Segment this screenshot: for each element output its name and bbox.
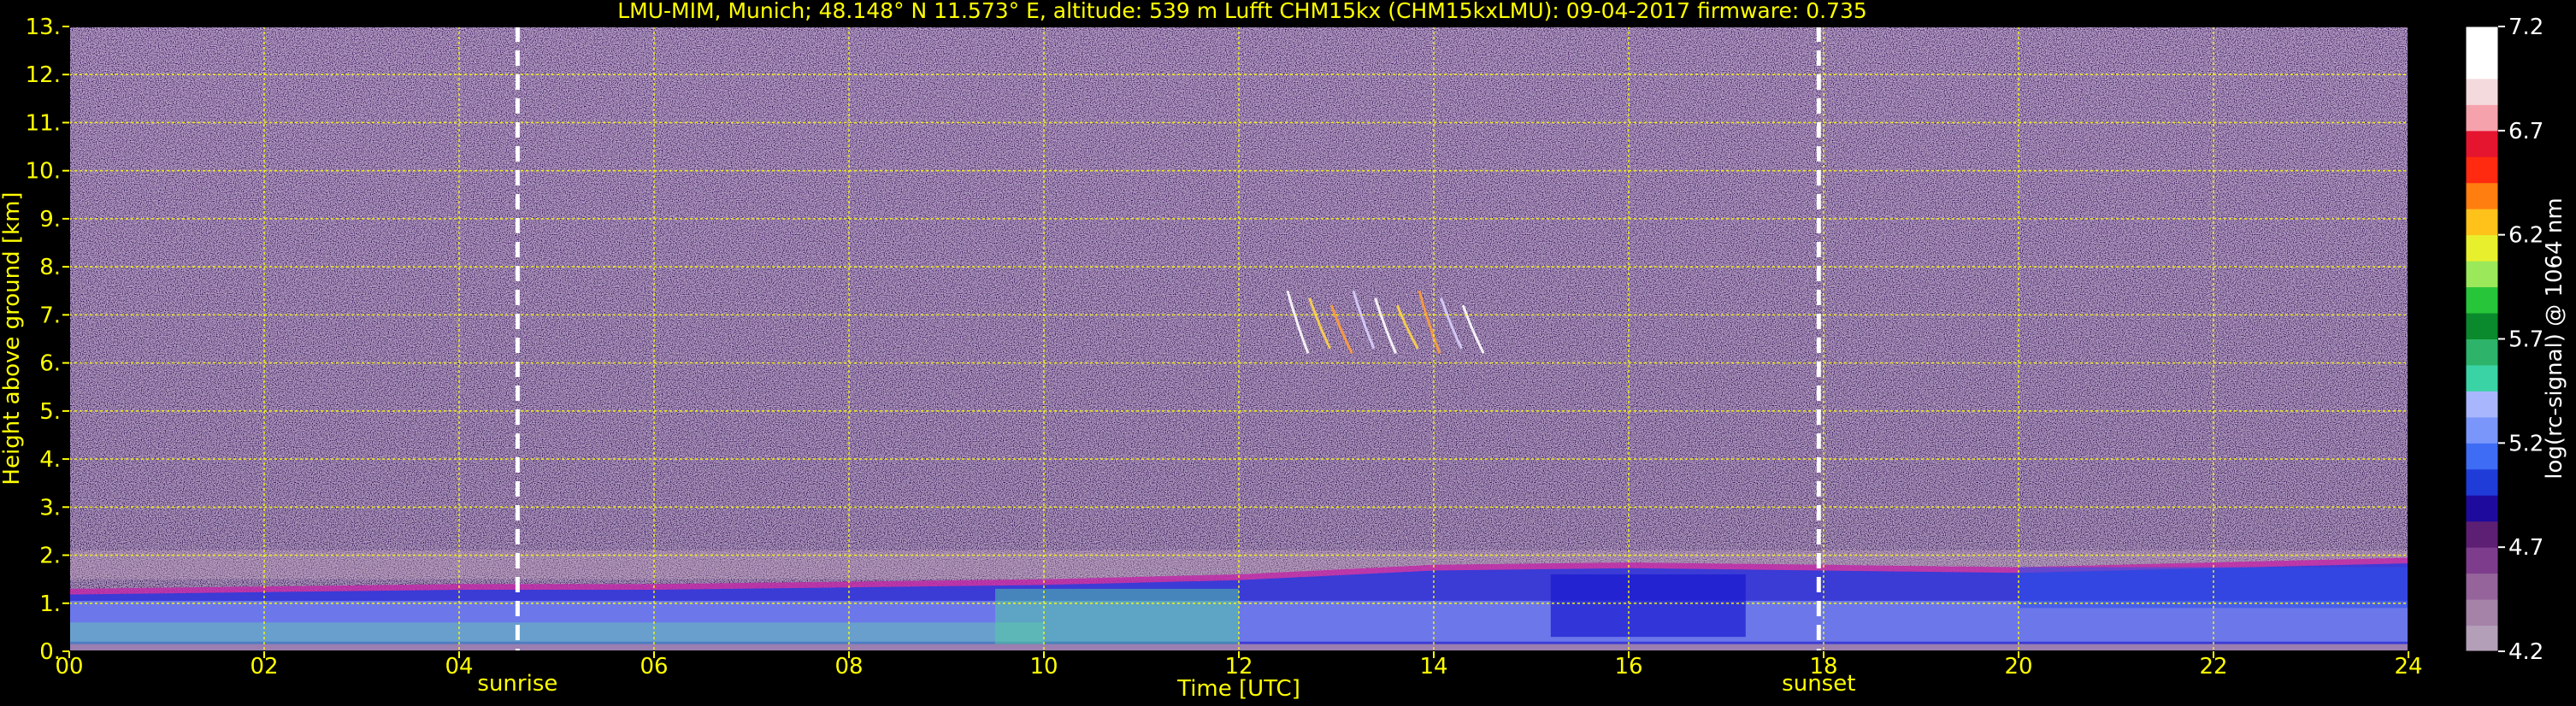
y-tick-label: 5. bbox=[39, 399, 61, 425]
x-axis-label: Time [UTC] bbox=[1176, 676, 1300, 702]
colorbar-tick-label: 7.2 bbox=[2508, 15, 2544, 40]
y-tick-label: 4. bbox=[39, 447, 61, 473]
x-tick-label: 08 bbox=[834, 654, 863, 680]
colorbar-segment bbox=[2466, 286, 2498, 314]
x-tick-label: 06 bbox=[640, 654, 668, 680]
x-tick-label: 02 bbox=[250, 654, 278, 680]
y-tick-label: 9. bbox=[39, 207, 61, 232]
colorbar-segment bbox=[2466, 364, 2498, 391]
colorbar-segment bbox=[2466, 234, 2498, 262]
colorbar-tick-label: 4.2 bbox=[2508, 639, 2544, 665]
colorbar-segment bbox=[2466, 468, 2498, 496]
x-tick-label: 24 bbox=[2394, 654, 2422, 680]
colorbar-segment bbox=[2466, 495, 2498, 522]
colorbar-segment bbox=[2466, 416, 2498, 444]
x-tick-label: 04 bbox=[445, 654, 473, 680]
colorbar-tick-label: 6.2 bbox=[2508, 223, 2544, 249]
colorbar-segment bbox=[2466, 130, 2498, 157]
y-tick-label: 13. bbox=[26, 15, 61, 40]
colorbar-segment bbox=[2466, 26, 2498, 53]
y-tick-label: 1. bbox=[39, 591, 61, 617]
x-tick-label: 18 bbox=[1809, 654, 1837, 680]
ceilometer-chart: sunrise sunset00 02 04 06 08 10 12 14 16 18 20 22 240… bbox=[0, 0, 2567, 702]
deep-mixing-layer bbox=[1550, 574, 1746, 638]
sunrise-label: sunrise bbox=[477, 671, 557, 697]
x-tick-label: 20 bbox=[2004, 654, 2032, 680]
y-axis-label: Height above ground [km] bbox=[0, 191, 25, 485]
x-tick-label: 14 bbox=[1419, 654, 1447, 680]
colorbar-segment bbox=[2466, 338, 2498, 366]
colorbar-segment bbox=[2466, 261, 2498, 288]
y-tick-label: 8. bbox=[39, 255, 61, 280]
colorbar-segment bbox=[2466, 625, 2498, 652]
y-tick-label: 3. bbox=[39, 495, 61, 521]
colorbar-segment bbox=[2466, 391, 2498, 418]
colorbar-tick-label: 4.7 bbox=[2508, 535, 2544, 561]
x-tick-label: 22 bbox=[2199, 654, 2227, 680]
colorbar-segment bbox=[2466, 209, 2498, 236]
x-tick-label: 16 bbox=[1614, 654, 1642, 680]
colorbar-tick-label: 6.7 bbox=[2508, 119, 2544, 144]
colorbar-tick-label: 5.2 bbox=[2508, 431, 2544, 456]
colorbar-segment bbox=[2466, 104, 2498, 132]
colorbar-segment bbox=[2466, 443, 2498, 470]
y-tick-label: 6. bbox=[39, 351, 61, 377]
convective-plumes bbox=[995, 588, 1239, 644]
y-tick-label: 10. bbox=[26, 159, 61, 185]
colorbar-segment bbox=[2466, 599, 2498, 627]
colorbar-tick-label: 5.7 bbox=[2508, 327, 2544, 353]
y-tick-label: 0. bbox=[39, 639, 61, 665]
colorbar-segment bbox=[2466, 573, 2498, 600]
colorbar-label: log(rc-signal) @ 1064 nm bbox=[2542, 197, 2567, 479]
chart-title: LMU-MIM, Munich; 48.148° N 11.573° E, al… bbox=[617, 0, 1867, 23]
y-tick-label: 7. bbox=[39, 303, 61, 328]
colorbar-segment bbox=[2466, 313, 2498, 339]
colorbar-segment bbox=[2466, 52, 2498, 79]
colorbar-segment bbox=[2466, 547, 2498, 574]
x-tick-label: 10 bbox=[1029, 654, 1058, 680]
colorbar-segment bbox=[2466, 78, 2498, 105]
colorbar-segment bbox=[2466, 156, 2498, 184]
y-tick-label: 11. bbox=[26, 110, 61, 136]
y-tick-label: 2. bbox=[39, 544, 61, 569]
colorbar-segment bbox=[2466, 521, 2498, 548]
aerosol-band-green bbox=[69, 622, 1044, 644]
y-tick-label: 12. bbox=[26, 62, 61, 88]
colorbar-segment bbox=[2466, 182, 2498, 209]
